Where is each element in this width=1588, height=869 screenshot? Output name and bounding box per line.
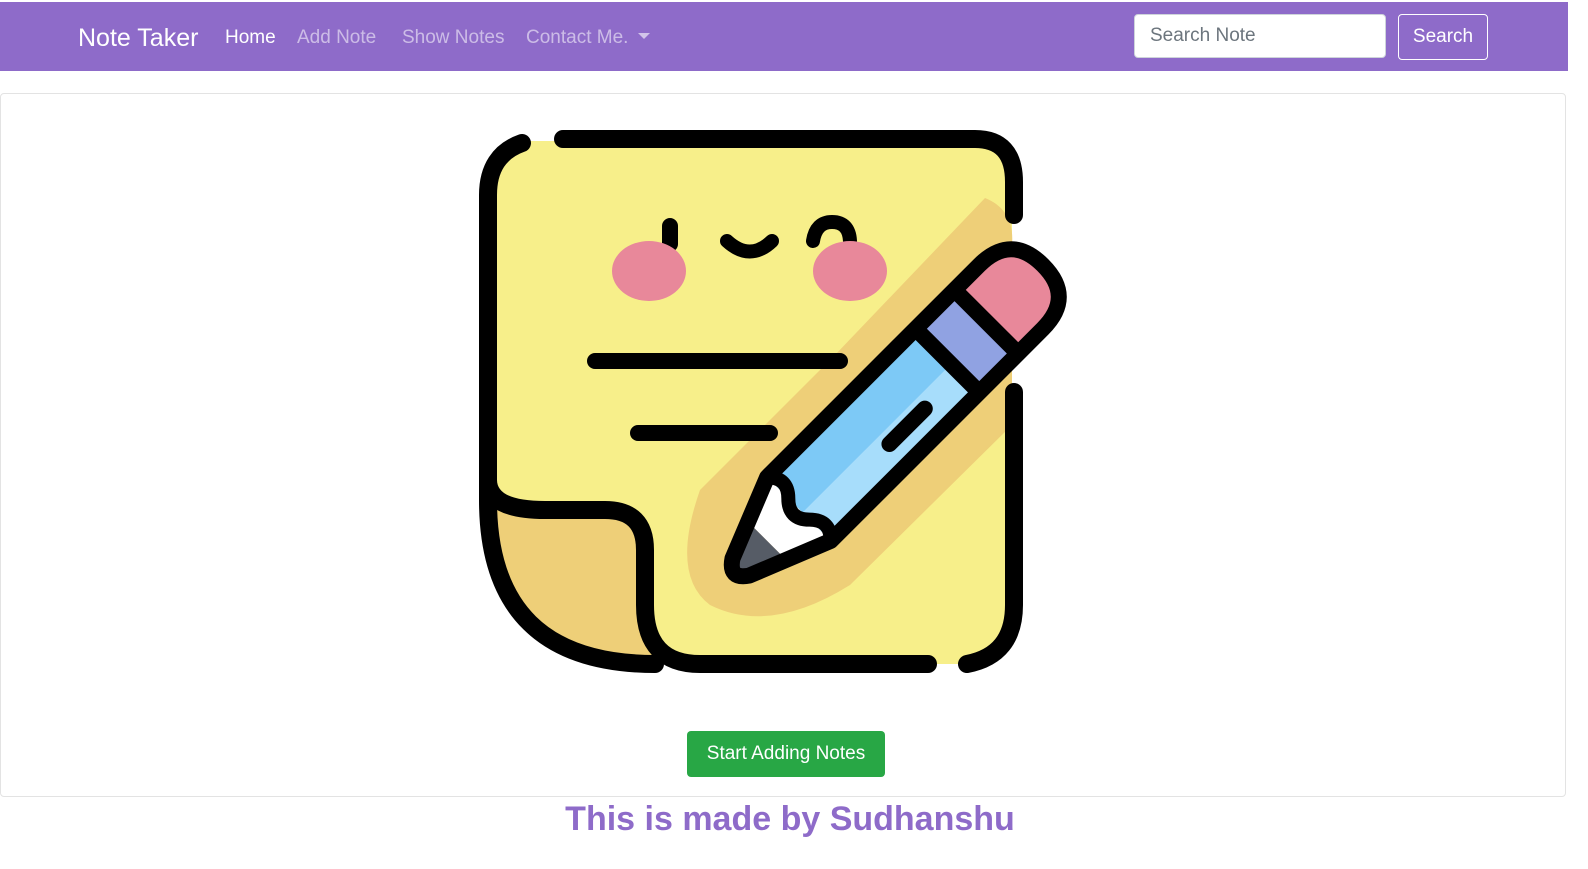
nav-link-show-notes[interactable]: Show Notes	[402, 27, 504, 49]
start-adding-notes-button[interactable]: Start Adding Notes	[687, 731, 885, 777]
sticky-note-with-pencil-icon	[479, 130, 1067, 673]
navbar: Note Taker Home Add Note Show Notes Cont…	[0, 2, 1568, 71]
nav-dropdown-contact-label: Contact Me.	[526, 27, 629, 48]
nav-link-home[interactable]: Home	[225, 27, 276, 49]
search-input[interactable]	[1134, 14, 1386, 58]
footer-credit: This is made by Sudhanshu	[565, 800, 1015, 838]
brand-link[interactable]: Note Taker	[78, 24, 198, 53]
caret-down-icon	[638, 32, 651, 39]
nav-link-add-note[interactable]: Add Note	[297, 27, 376, 49]
search-button[interactable]: Search	[1398, 14, 1488, 60]
nav-dropdown-contact[interactable]: Contact Me.	[526, 27, 651, 49]
